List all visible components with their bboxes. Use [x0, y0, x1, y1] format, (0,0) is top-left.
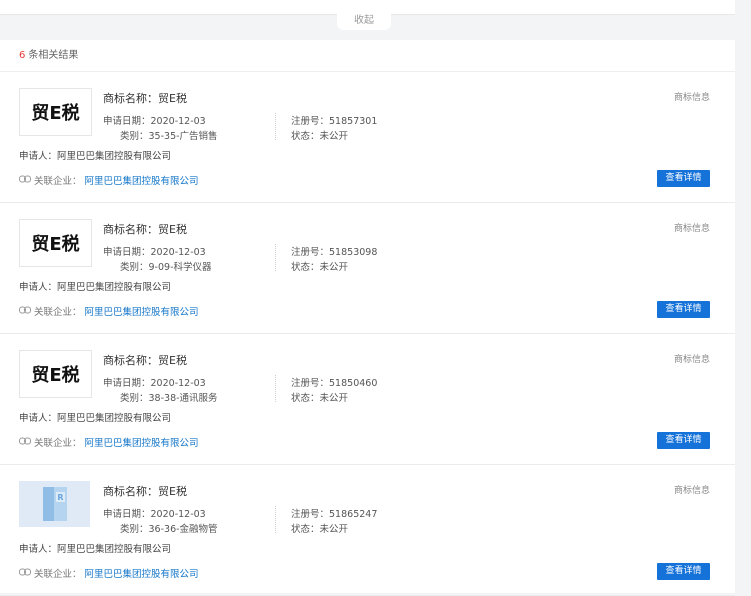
trademark-name: 商标名称：贸E税: [103, 354, 187, 367]
related-company: 关联企业： 阿里巴巴集团控股有限公司: [19, 304, 199, 318]
view-details-button[interactable]: 查看详情: [657, 170, 710, 187]
trademark-info-tag: 商标信息: [673, 355, 710, 365]
trademark-card: 贸E税 商标名称：贸E税 申请日期：2020-12-03 类别：38-38-通讯…: [0, 334, 735, 465]
application-date: 申请日期：2020-12-03: [103, 247, 206, 258]
related-company: 关联企业： 阿里巴巴集团控股有限公司: [19, 173, 199, 187]
link-icon: [19, 175, 31, 186]
registration-number: 注册号：51857301: [291, 116, 378, 127]
trademark-status: 状态：未公开: [291, 131, 349, 142]
result-count-text: 条相关结果: [28, 50, 79, 61]
related-company-link[interactable]: 阿里巴巴集团控股有限公司: [85, 435, 199, 449]
registration-number: 注册号：51850460: [291, 378, 378, 389]
field-divider: [275, 244, 276, 271]
trademark-logo: 贸E税: [19, 88, 92, 136]
applicant: 申请人：阿里巴巴集团控股有限公司: [19, 151, 172, 162]
collapse-button[interactable]: 收起: [337, 12, 391, 30]
trademark-name: 商标名称：贸E税: [103, 92, 187, 105]
trademark-category: 类别：9-09-科学仪器: [120, 262, 212, 273]
trademark-status: 状态：未公开: [291, 524, 349, 535]
view-details-button[interactable]: 查看详情: [657, 432, 710, 449]
trademark-logo: 贸E税: [19, 350, 92, 398]
related-company-link[interactable]: 阿里巴巴集团控股有限公司: [85, 304, 199, 318]
link-icon: [19, 437, 31, 448]
trademark-card: R 商标名称：贸E税 申请日期：2020-12-03 类别：36-36-金融物管…: [0, 465, 735, 596]
registration-number: 注册号：51865247: [291, 509, 378, 520]
trademark-name: 商标名称：贸E税: [103, 223, 187, 236]
link-icon: [19, 568, 31, 579]
book-icon: R: [19, 481, 90, 527]
trademark-info-tag: 商标信息: [673, 486, 710, 496]
applicant: 申请人：阿里巴巴集团控股有限公司: [19, 544, 172, 555]
application-date: 申请日期：2020-12-03: [103, 509, 206, 520]
related-company-link[interactable]: 阿里巴巴集团控股有限公司: [85, 173, 199, 187]
field-divider: [275, 375, 276, 402]
page-scrollbar[interactable]: [735, 0, 751, 593]
trademark-category: 类别：38-38-通讯服务: [120, 393, 218, 404]
trademark-name: 商标名称：贸E税: [103, 485, 187, 498]
application-date: 申请日期：2020-12-03: [103, 378, 206, 389]
registration-number: 注册号：51853098: [291, 247, 378, 258]
result-count: 6 条相关结果: [0, 40, 735, 72]
related-company: 关联企业： 阿里巴巴集团控股有限公司: [19, 566, 199, 580]
field-divider: [275, 506, 276, 533]
applicant: 申请人：阿里巴巴集团控股有限公司: [19, 413, 172, 424]
related-company: 关联企业： 阿里巴巴集团控股有限公司: [19, 435, 199, 449]
result-count-number: 6: [19, 50, 26, 61]
view-details-button[interactable]: 查看详情: [657, 301, 710, 318]
trademark-info-tag: 商标信息: [673, 93, 710, 103]
trademark-card: 贸E税 商标名称：贸E税 申请日期：2020-12-03 类别：9-09-科学仪…: [0, 203, 735, 334]
trademark-status: 状态：未公开: [291, 262, 349, 273]
trademark-info-tag: 商标信息: [673, 224, 710, 234]
trademark-category: 类别：35-35-广告销售: [120, 131, 218, 142]
applicant: 申请人：阿里巴巴集团控股有限公司: [19, 282, 172, 293]
trademark-list: 贸E税 商标名称：贸E税 申请日期：2020-12-03 类别：35-35-广告…: [0, 72, 735, 596]
trademark-status: 状态：未公开: [291, 393, 349, 404]
trademark-card: 贸E税 商标名称：贸E税 申请日期：2020-12-03 类别：35-35-广告…: [0, 72, 735, 203]
application-date: 申请日期：2020-12-03: [103, 116, 206, 127]
trademark-category: 类别：36-36-金融物管: [120, 524, 218, 535]
field-divider: [275, 113, 276, 140]
trademark-logo: 贸E税: [19, 219, 92, 267]
svg-text:R: R: [57, 493, 63, 502]
related-company-link[interactable]: 阿里巴巴集团控股有限公司: [85, 566, 199, 580]
trademark-results-panel: 6 条相关结果 贸E税 商标名称：贸E税 申请日期：2020-12-03 类别：3…: [0, 40, 735, 596]
link-icon: [19, 306, 31, 317]
view-details-button[interactable]: 查看详情: [657, 563, 710, 580]
